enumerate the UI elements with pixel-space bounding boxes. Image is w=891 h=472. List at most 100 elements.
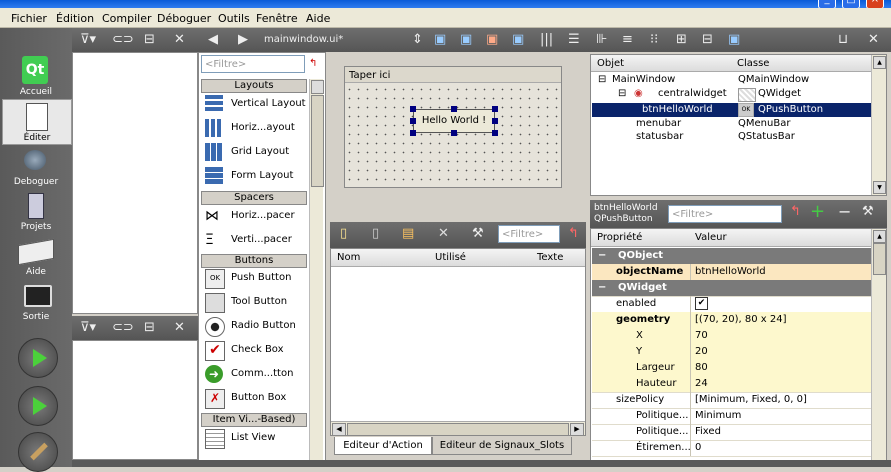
tree-row-mainwindow[interactable]: ⊟ MainWindow QMainWindow [592, 74, 885, 88]
layout-grid-icon[interactable]: ⁝⁝ [650, 32, 658, 47]
object-inspector-scrollbar[interactable]: ▲ ▼ [871, 55, 886, 195]
property-value[interactable]: Fixed [695, 426, 721, 437]
clear-filter-icon[interactable]: ↰ [790, 204, 801, 219]
property-value[interactable]: btnHelloWorld [695, 266, 766, 277]
layout-form-icon[interactable]: ⊞ [676, 32, 687, 47]
widget-vertical-layout[interactable]: Vertical Layout [203, 93, 307, 115]
add-property-icon[interactable]: + [810, 201, 825, 222]
mode-editer[interactable]: Éditer [2, 99, 72, 145]
edit-signals-icon[interactable]: ▣ [460, 32, 472, 47]
property-row[interactable]: sizePolicy [Minimum, Fixed, 0, 0] [592, 392, 882, 409]
widget-box-scrollbar[interactable] [309, 79, 324, 465]
layout-horizontal-icon[interactable]: ||| [540, 32, 553, 47]
property-row[interactable]: objectName btnHelloWorld [592, 264, 882, 281]
selection-handle[interactable] [410, 106, 416, 112]
mode-sortie[interactable]: Sortie [2, 279, 70, 323]
tab-signals-slots-editor[interactable]: Editeur de Signaux_Slots [432, 437, 572, 455]
menu-fichier[interactable]: Fichier [11, 12, 47, 25]
widget-tool-button[interactable]: Tool Button [203, 291, 307, 313]
category-buttons[interactable]: Buttons [201, 254, 307, 268]
selection-handle[interactable] [451, 106, 457, 112]
selection-handle[interactable] [410, 130, 416, 136]
split-icon[interactable]: ⊟ [144, 32, 155, 47]
filter-icon[interactable]: ⊽▾ [80, 320, 96, 335]
widget-filter-input[interactable]: <Filtre> [201, 55, 305, 73]
close-icon[interactable]: ✕ [174, 320, 185, 335]
project-tree-pane[interactable] [72, 52, 198, 314]
action-list[interactable]: Nom Utilisé Texte ◀ ▶ [330, 248, 586, 436]
property-filter-input[interactable]: <Filtre> [668, 205, 782, 223]
action-filter-input[interactable]: <Filtre> [498, 225, 560, 243]
layout-vertical-icon[interactable]: ☰ [568, 32, 580, 47]
main-window-form[interactable]: Taper ici Hello World ! [344, 66, 562, 188]
configure-icon[interactable]: ⚒ [862, 204, 874, 219]
property-row[interactable]: geometry [(70, 20), 80 x 24] [592, 312, 882, 329]
category-spacers[interactable]: Spacers [201, 191, 307, 205]
mode-aide[interactable]: Aide [2, 234, 70, 278]
document-name[interactable]: mainwindow.ui* [264, 34, 343, 45]
tree-row-menubar[interactable]: menubar QMenuBar [592, 118, 885, 132]
delete-action-icon[interactable]: ✕ [438, 226, 449, 241]
edit-tab-order-icon[interactable]: ▣ [512, 32, 524, 47]
selection-handle[interactable] [451, 130, 457, 136]
widget-command-link-button[interactable]: ➜ Comm...tton [203, 363, 307, 385]
column-utilise[interactable]: Utilisé [435, 252, 466, 263]
menu-outils[interactable]: Outils [218, 12, 250, 25]
form-menu-bar[interactable]: Taper ici [345, 67, 561, 83]
action-list-hscrollbar[interactable]: ◀ ▶ [331, 421, 585, 436]
build-button[interactable] [18, 432, 58, 472]
edit-widgets-icon[interactable]: ▣ [434, 32, 446, 47]
widget-push-button[interactable]: OK Push Button [203, 267, 307, 289]
paste-action-icon[interactable]: ▤ [402, 226, 414, 241]
property-value[interactable]: 80 [695, 362, 708, 373]
property-row[interactable]: X 70 [592, 328, 882, 345]
property-value[interactable]: [Minimum, Fixed, 0, 0] [695, 394, 807, 405]
splitter-horizontal-icon[interactable]: ⊪ [596, 32, 607, 47]
collapse-icon[interactable]: − [598, 282, 606, 293]
tab-action-editor[interactable]: Editeur d'Action [334, 437, 432, 455]
column-propriete[interactable]: Propriété [597, 232, 642, 243]
widget-check-box[interactable]: ✔ Check Box [203, 339, 307, 361]
unlock-icon[interactable]: ⊔ [838, 32, 848, 47]
widget-grid-layout[interactable]: Grid Layout [203, 141, 307, 163]
column-nom[interactable]: Nom [337, 252, 360, 263]
property-row[interactable]: Largeur 80 [592, 360, 882, 377]
doc-chooser-icon[interactable]: ⇕ [412, 32, 423, 47]
widget-vertical-spacer[interactable]: Ξ Verti...pacer [203, 229, 307, 251]
property-value[interactable]: [(70, 20), 80 x 24] [695, 314, 787, 325]
column-classe[interactable]: Classe [737, 58, 769, 69]
remove-property-icon[interactable]: − [838, 202, 851, 221]
widget-button-box[interactable]: ✗ Button Box [203, 387, 307, 409]
property-value[interactable]: 0 [695, 442, 701, 453]
back-arrow-icon[interactable]: ◀ [208, 32, 218, 47]
link-icon[interactable]: ⊂⊃ [112, 32, 134, 47]
widget-radio-button[interactable]: Radio Button [203, 315, 307, 337]
copy-action-icon[interactable]: ▯ [372, 226, 379, 241]
menu-edition[interactable]: Édition [56, 12, 94, 25]
property-row[interactable]: Hauteur 24 [592, 376, 882, 393]
type-here-placeholder[interactable]: Taper ici [349, 70, 390, 81]
menu-deboguer[interactable]: Déboguer [157, 12, 211, 25]
tree-row-btnhelloworld[interactable]: btnHelloWorld OK QPushButton [592, 103, 885, 117]
open-documents-pane[interactable] [72, 340, 198, 460]
property-value[interactable]: 24 [695, 378, 708, 389]
close-icon[interactable]: ✕ [868, 32, 879, 47]
property-row[interactable]: Politique... Minimum [592, 408, 882, 425]
column-texte[interactable]: Texte [537, 252, 563, 263]
selection-handle[interactable] [492, 106, 498, 112]
edit-buddies-icon[interactable]: ▣ [486, 32, 498, 47]
category-item-views[interactable]: Item Vi...-Based) [201, 413, 307, 427]
column-objet[interactable]: Objet [597, 58, 624, 69]
column-valeur[interactable]: Valeur [695, 232, 727, 243]
category-layouts[interactable]: Layouts [201, 79, 307, 93]
close-icon[interactable]: ✕ [174, 32, 185, 47]
property-value[interactable]: 70 [695, 330, 708, 341]
property-row[interactable]: Y 20 [592, 344, 882, 361]
widget-horizontal-layout[interactable]: Horiz...ayout [203, 117, 307, 139]
mode-deboguer[interactable]: Deboguer [2, 144, 70, 188]
property-editor-scrollbar[interactable]: ▲ [871, 229, 886, 466]
property-group[interactable]: QObject − [592, 248, 882, 265]
tree-row-centralwidget[interactable]: ⊟ ◉ centralwidget QWidget [592, 88, 885, 102]
filter-icon[interactable]: ⊽▾ [80, 32, 96, 47]
run-button[interactable] [18, 338, 58, 378]
